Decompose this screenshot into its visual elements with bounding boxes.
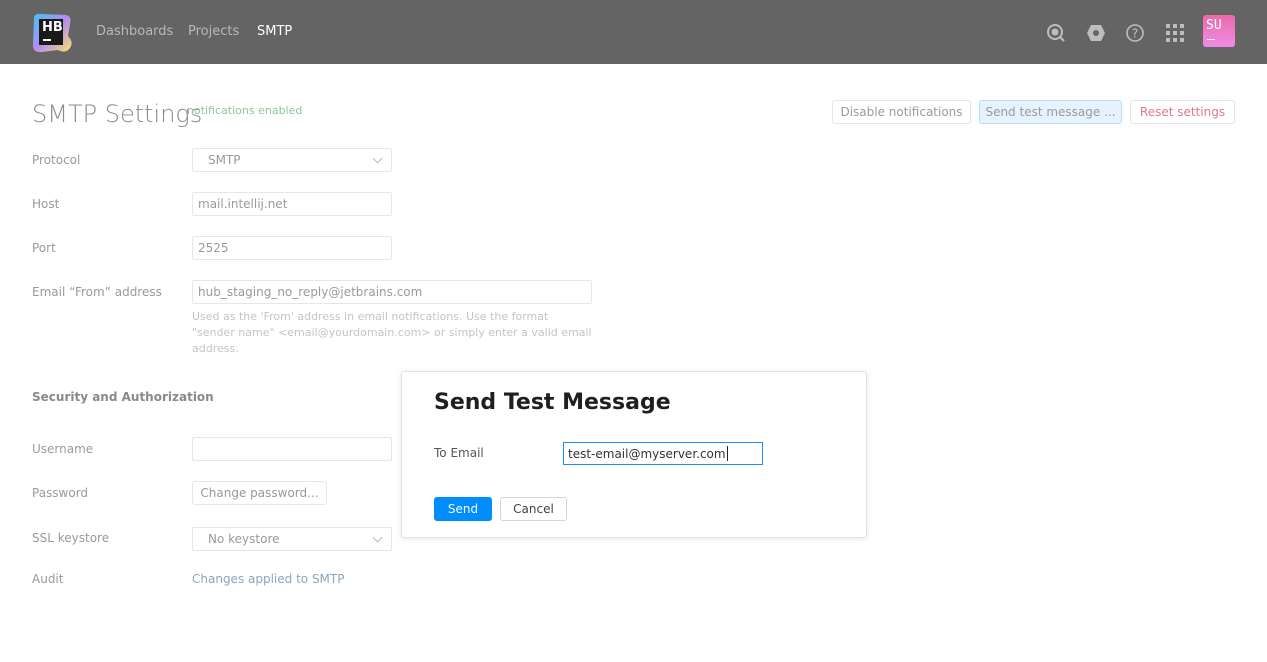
disable-notifications-button[interactable]: Disable notifications (832, 100, 971, 124)
apps-grid-icon[interactable] (1165, 22, 1187, 44)
from-address-input[interactable]: hub_staging_no_reply@jetbrains.com (192, 280, 592, 304)
port-input[interactable]: 2525 (192, 236, 392, 260)
text-cursor (726, 446, 728, 461)
chevron-down-icon (372, 153, 383, 164)
help-icon[interactable]: ? (1124, 22, 1146, 44)
port-label: Port (32, 241, 56, 255)
dialog-title: Send Test Message (434, 390, 671, 415)
ssl-keystore-select[interactable]: No keystore (192, 527, 392, 551)
top-header: HB Dashboards Projects SMTP ? SU (0, 0, 1267, 64)
security-section-title: Security and Authorization (32, 390, 214, 404)
send-test-message-dialog: Send Test Message To Email test-email@my… (401, 371, 867, 538)
protocol-value: SMTP (208, 153, 241, 167)
from-address-label: Email “From” address (32, 285, 162, 299)
audit-link[interactable]: Changes applied to SMTP (192, 572, 344, 586)
settings-icon[interactable] (1085, 22, 1107, 44)
from-address-hint: Used as the 'From' address in email noti… (192, 310, 592, 355)
audit-label: Audit (32, 572, 64, 586)
hub-logo[interactable]: HB (30, 12, 74, 54)
host-input[interactable]: mail.intellij.net (192, 192, 392, 216)
avatar-initials: SU (1206, 18, 1222, 33)
protocol-select[interactable]: SMTP (192, 148, 392, 172)
page-title: SMTP Settings (32, 100, 203, 128)
user-avatar[interactable]: SU (1203, 15, 1235, 47)
send-button[interactable]: Send (434, 497, 492, 521)
nav-dashboards[interactable]: Dashboards (96, 24, 173, 39)
host-label: Host (32, 197, 60, 211)
status-badge: notifications enabled (187, 104, 303, 117)
nav-projects[interactable]: Projects (188, 24, 239, 39)
svg-text:?: ? (1132, 27, 1138, 41)
send-test-message-button[interactable]: Send test message ... (979, 100, 1122, 124)
reset-settings-button[interactable]: Reset settings (1130, 100, 1235, 124)
logo-text: HB (42, 20, 63, 35)
cancel-button[interactable]: Cancel (500, 497, 567, 521)
ssl-keystore-label: SSL keystore (32, 531, 110, 545)
to-email-value: test-email@myserver.com (568, 446, 726, 461)
chevron-down-icon (372, 532, 383, 543)
nav-smtp[interactable]: SMTP (257, 24, 292, 39)
username-label: Username (32, 442, 94, 456)
search-icon[interactable] (1045, 22, 1067, 44)
to-email-label: To Email (434, 446, 484, 460)
password-label: Password (32, 486, 89, 500)
to-email-input[interactable]: test-email@myserver.com (563, 442, 763, 465)
username-input[interactable] (192, 437, 392, 461)
ssl-keystore-value: No keystore (208, 532, 280, 546)
change-password-button[interactable]: Change password... (192, 481, 327, 505)
protocol-label: Protocol (32, 153, 81, 167)
